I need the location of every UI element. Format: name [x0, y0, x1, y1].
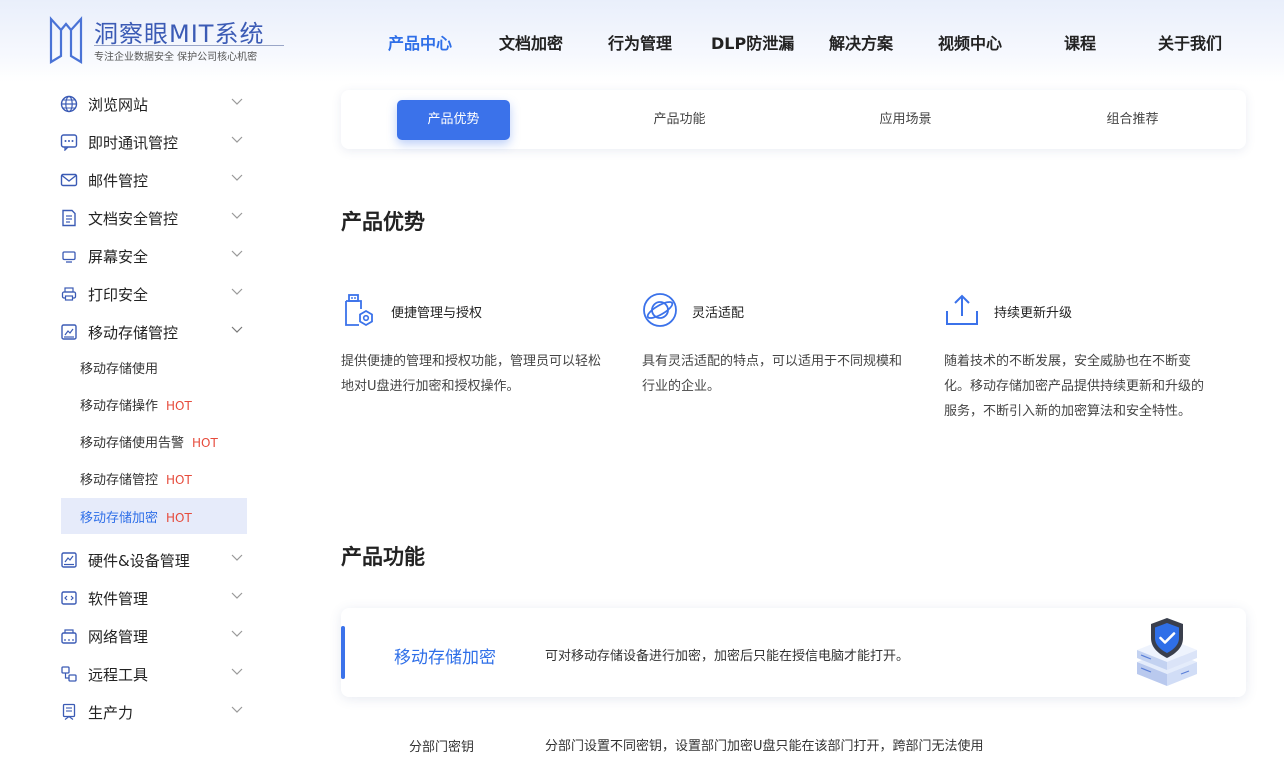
- sidebar: 浏览网站 即时通讯管控 邮件管控 文档安全管控 屏幕安全 打印安全 移动存储管控…: [0, 84, 260, 782]
- function-row-department-key: 分部门密钥 分部门设置不同密钥，设置部门加密U盘只能在该部门打开，跨部门无法使用: [341, 733, 1246, 757]
- advantage-description: 随着技术的不断发展，安全威胁也在不断变化。移动存储加密产品提供持续更新和升级的服…: [944, 354, 1205, 419]
- sidebar-item-hardware[interactable]: 硬件&设备管理: [60, 545, 250, 575]
- chevron-down-icon: [231, 136, 243, 143]
- nav-courses[interactable]: 课程: [1064, 30, 1096, 54]
- printer-icon: [61, 287, 77, 301]
- remote-icon: [61, 666, 77, 682]
- sidebar-item-mail-control[interactable]: 邮件管控: [60, 165, 250, 195]
- sidebar-subitem-storage-usage[interactable]: 移动存储使用: [61, 349, 247, 385]
- sidebar-item-label: 移动存储管控: [88, 324, 179, 342]
- sidebar-item-screen-security[interactable]: 屏幕安全: [60, 241, 250, 271]
- tab-recommendations[interactable]: 组合推荐: [1076, 100, 1189, 140]
- site-header: 洞察眼MIT系统 专注企业数据安全 保护公司核心机密 产品中心 文档加密 行为管…: [0, 0, 1284, 82]
- sidebar-item-document-security[interactable]: 文档安全管控: [60, 203, 250, 233]
- globe-icon: [60, 95, 78, 113]
- sidebar-item-label: 屏幕安全: [88, 248, 149, 266]
- advantage-description: 具有灵活适配的特点，可以适用于不同规模和行业的企业。: [642, 354, 903, 394]
- nav-document-encryption[interactable]: 文档加密: [499, 30, 563, 54]
- functions-heading: 产品功能: [341, 545, 425, 569]
- function-description: 可对移动存储设备进行加密，加密后只能在授信电脑才能打开。: [545, 649, 910, 664]
- function-name: 移动存储加密: [394, 648, 496, 668]
- planet-icon: [643, 293, 677, 327]
- nav-product-center[interactable]: 产品中心: [388, 30, 452, 54]
- function-row-name: 分部门密钥: [409, 740, 475, 755]
- sidebar-item-label: 生产力: [88, 704, 134, 722]
- function-card-storage-encryption[interactable]: 移动存储加密 可对移动存储设备进行加密，加密后只能在授信电脑才能打开。: [341, 608, 1246, 697]
- advantages-heading: 产品优势: [341, 210, 425, 234]
- sidebar-subitem-storage-alert[interactable]: 移动存储使用告警 HOT: [61, 423, 247, 459]
- chevron-down-icon: [231, 592, 243, 599]
- section-tabs: 产品优势 产品功能 应用场景 组合推荐: [341, 90, 1246, 149]
- nav-behavior-management[interactable]: 行为管理: [608, 30, 672, 54]
- sidebar-item-label: 网络管理: [88, 628, 149, 646]
- sidebar-item-print-security[interactable]: 打印安全: [60, 279, 250, 309]
- sidebar-subitem-label: 移动存储使用告警 HOT: [80, 436, 218, 451]
- chevron-down-icon: [231, 174, 243, 181]
- sidebar-subitem-label: 移动存储加密 HOT: [80, 511, 192, 526]
- chevron-down-icon: [231, 288, 243, 295]
- main-nav: 产品中心 文档加密 行为管理 DLP防泄漏 解决方案 视频中心 课程 关于我们: [0, 30, 1284, 54]
- sidebar-subitem-label: 移动存储使用: [80, 362, 159, 377]
- sidebar-item-im-control[interactable]: 即时通讯管控: [60, 127, 250, 157]
- sidebar-item-label: 即时通讯管控: [88, 134, 179, 152]
- tab-advantages[interactable]: 产品优势: [397, 100, 510, 140]
- tab-functions[interactable]: 产品功能: [623, 100, 736, 140]
- hot-badge: HOT: [166, 399, 192, 413]
- sidebar-item-removable-storage[interactable]: 移动存储管控: [60, 317, 250, 347]
- sidebar-subitem-label: 移动存储管控 HOT: [80, 473, 192, 488]
- sidebar-item-label: 邮件管控: [88, 172, 149, 190]
- shield-server-icon: [1137, 618, 1197, 686]
- hot-badge: HOT: [192, 436, 218, 450]
- storage-icon: [61, 324, 77, 340]
- chat-icon: [60, 134, 78, 151]
- productivity-icon: [62, 703, 76, 720]
- advantage-title: 持续更新升级: [994, 306, 1073, 321]
- function-card-accent-bar: [341, 626, 345, 679]
- tab-scenarios[interactable]: 应用场景: [849, 100, 962, 140]
- sidebar-item-network[interactable]: 网络管理: [60, 621, 250, 651]
- sidebar-subitem-storage-encryption[interactable]: 移动存储加密 HOT: [61, 498, 247, 534]
- chevron-down-icon: [231, 250, 243, 257]
- sidebar-item-label: 远程工具: [88, 666, 149, 684]
- chevron-down-icon: [231, 630, 243, 637]
- advantage-title: 便捷管理与授权: [391, 306, 483, 321]
- chevron-down-icon: [231, 706, 243, 713]
- sidebar-item-label: 文档安全管控: [88, 210, 179, 228]
- hot-badge: HOT: [166, 473, 192, 487]
- sidebar-item-label: 打印安全: [88, 286, 149, 304]
- advantage-description: 提供便捷的管理和授权功能，管理员可以轻松地对U盘进行加密和授权操作。: [341, 354, 602, 394]
- code-icon: [61, 591, 77, 605]
- document-icon: [62, 209, 76, 227]
- sidebar-item-label: 浏览网站: [88, 96, 149, 114]
- chevron-down-icon: [231, 212, 243, 219]
- nav-solutions[interactable]: 解决方案: [829, 30, 893, 54]
- chevron-down-icon: [231, 668, 243, 675]
- usb-lock-icon: [345, 294, 373, 327]
- nav-dlp[interactable]: DLP防泄漏: [711, 30, 794, 54]
- nav-video-center[interactable]: 视频中心: [938, 30, 1002, 54]
- monitor-icon: [62, 251, 76, 263]
- sidebar-item-browse-web[interactable]: 浏览网站: [60, 89, 250, 119]
- sidebar-item-label: 软件管理: [88, 590, 149, 608]
- mail-icon: [60, 173, 78, 187]
- hardware-icon: [61, 552, 77, 568]
- sidebar-item-remote-tools[interactable]: 远程工具: [60, 659, 250, 689]
- chevron-down-icon: [231, 326, 243, 333]
- network-icon: [61, 629, 77, 644]
- chevron-down-icon: [231, 554, 243, 561]
- function-row-description: 分部门设置不同密钥，设置部门加密U盘只能在该部门打开，跨部门无法使用: [545, 739, 984, 754]
- sidebar-item-software[interactable]: 软件管理: [60, 583, 250, 613]
- sidebar-subitem-storage-control[interactable]: 移动存储管控 HOT: [61, 460, 247, 496]
- sidebar-item-productivity[interactable]: 生产力: [60, 697, 250, 727]
- sidebar-item-label: 硬件&设备管理: [88, 552, 190, 570]
- hot-badge: HOT: [166, 511, 192, 525]
- sidebar-subitem-label: 移动存储操作 HOT: [80, 399, 192, 414]
- advantage-title: 灵活适配: [692, 306, 745, 321]
- nav-about-us[interactable]: 关于我们: [1158, 30, 1222, 54]
- chevron-down-icon: [231, 98, 243, 105]
- upload-icon: [946, 294, 978, 325]
- sidebar-subitem-storage-operation[interactable]: 移动存储操作 HOT: [61, 386, 247, 422]
